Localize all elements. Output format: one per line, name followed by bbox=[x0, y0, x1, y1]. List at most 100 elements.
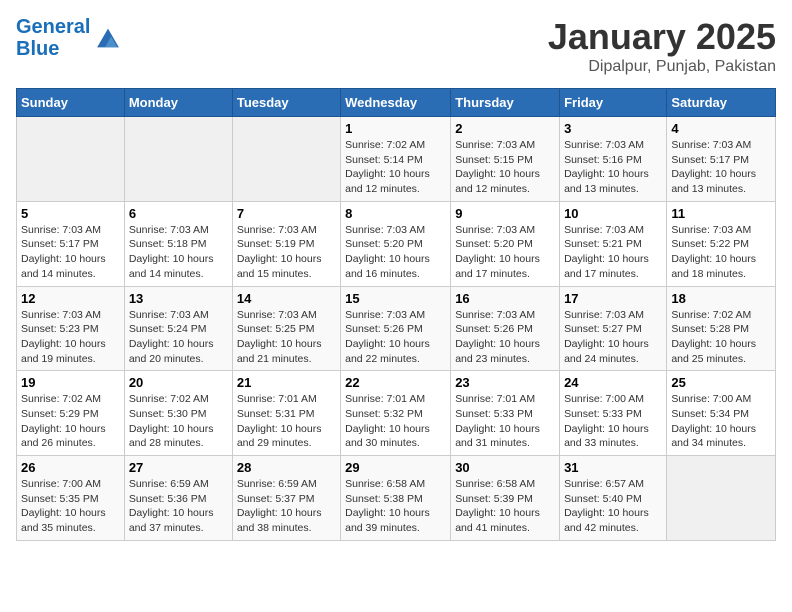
day-info: Sunrise: 6:58 AM Sunset: 5:39 PM Dayligh… bbox=[455, 477, 555, 536]
calendar-cell bbox=[232, 117, 340, 202]
day-info: Sunrise: 7:03 AM Sunset: 5:17 PM Dayligh… bbox=[671, 138, 771, 197]
calendar-cell: 1 Sunrise: 7:02 AM Sunset: 5:14 PM Daylig… bbox=[341, 117, 451, 202]
calendar-cell: 9Sunrise: 7:03 AM Sunset: 5:20 PM Daylig… bbox=[451, 201, 560, 286]
calendar-cell: 27 Sunrise: 6:59 AM Sunset: 5:36 PM Dayli… bbox=[124, 456, 232, 541]
calendar-cell: 15 Sunrise: 7:03 AM Sunset: 5:26 PM Dayli… bbox=[341, 286, 451, 371]
day-number: 7 bbox=[237, 206, 336, 221]
calendar-cell: 29 Sunrise: 6:58 AM Sunset: 5:38 PM Dayli… bbox=[341, 456, 451, 541]
title-block: January 2025 Dipalpur, Punjab, Pakistan bbox=[548, 16, 776, 76]
day-info: Sunrise: 7:00 AM Sunset: 5:34 PM Dayligh… bbox=[671, 392, 771, 451]
weekday-header: Tuesday bbox=[232, 89, 340, 117]
logo-blue: Blue bbox=[16, 38, 59, 60]
day-info: Sunrise: 7:03 AM Sunset: 5:27 PM Dayligh… bbox=[564, 308, 662, 367]
page-header: General Blue January 2025 Dipalpur, Punj… bbox=[16, 16, 776, 76]
day-info: Sunrise: 7:03 AM Sunset: 5:20 PM Dayligh… bbox=[455, 223, 555, 282]
day-number: 5 bbox=[21, 206, 120, 221]
day-info: Sunrise: 7:03 AM Sunset: 5:17 PM Dayligh… bbox=[21, 223, 120, 282]
calendar-table: SundayMondayTuesdayWednesdayThursdayFrid… bbox=[16, 88, 776, 541]
day-info: Sunrise: 7:02 AM Sunset: 5:28 PM Dayligh… bbox=[671, 308, 771, 367]
day-number: 16 bbox=[455, 291, 555, 306]
day-number: 26 bbox=[21, 460, 120, 475]
day-number: 17 bbox=[564, 291, 662, 306]
day-info: Sunrise: 7:02 AM Sunset: 5:14 PM Dayligh… bbox=[345, 138, 446, 197]
calendar-week-row: 19 Sunrise: 7:02 AM Sunset: 5:29 PM Dayli… bbox=[17, 371, 776, 456]
day-number: 14 bbox=[237, 291, 336, 306]
calendar-cell: 24Sunrise: 7:00 AM Sunset: 5:33 PM Dayli… bbox=[560, 371, 667, 456]
day-number: 11 bbox=[671, 206, 771, 221]
calendar-cell: 17 Sunrise: 7:03 AM Sunset: 5:27 PM Dayli… bbox=[560, 286, 667, 371]
logo-icon bbox=[94, 24, 122, 52]
day-info: Sunrise: 7:03 AM Sunset: 5:22 PM Dayligh… bbox=[671, 223, 771, 282]
weekday-header: Friday bbox=[560, 89, 667, 117]
weekday-header: Thursday bbox=[451, 89, 560, 117]
day-number: 29 bbox=[345, 460, 446, 475]
calendar-cell: 11 Sunrise: 7:03 AM Sunset: 5:22 PM Dayli… bbox=[667, 201, 776, 286]
day-number: 18 bbox=[671, 291, 771, 306]
day-info: Sunrise: 7:01 AM Sunset: 5:32 PM Dayligh… bbox=[345, 392, 446, 451]
day-number: 10 bbox=[564, 206, 662, 221]
calendar-cell: 12Sunrise: 7:03 AM Sunset: 5:23 PM Dayli… bbox=[17, 286, 125, 371]
day-number: 28 bbox=[237, 460, 336, 475]
day-number: 1 bbox=[345, 121, 446, 136]
calendar-cell bbox=[667, 456, 776, 541]
day-number: 30 bbox=[455, 460, 555, 475]
day-info: Sunrise: 6:59 AM Sunset: 5:36 PM Dayligh… bbox=[129, 477, 228, 536]
day-info: Sunrise: 7:00 AM Sunset: 5:33 PM Dayligh… bbox=[564, 392, 662, 451]
day-number: 22 bbox=[345, 375, 446, 390]
calendar-cell: 2Sunrise: 7:03 AM Sunset: 5:15 PM Daylig… bbox=[451, 117, 560, 202]
calendar-week-row: 26 Sunrise: 7:00 AM Sunset: 5:35 PM Dayli… bbox=[17, 456, 776, 541]
logo: General Blue bbox=[16, 16, 122, 60]
day-number: 15 bbox=[345, 291, 446, 306]
logo-general: General bbox=[16, 16, 90, 38]
calendar-cell bbox=[124, 117, 232, 202]
calendar-cell: 26 Sunrise: 7:00 AM Sunset: 5:35 PM Dayli… bbox=[17, 456, 125, 541]
weekday-header: Saturday bbox=[667, 89, 776, 117]
calendar-cell: 22 Sunrise: 7:01 AM Sunset: 5:32 PM Dayli… bbox=[341, 371, 451, 456]
calendar-cell: 4Sunrise: 7:03 AM Sunset: 5:17 PM Daylig… bbox=[667, 117, 776, 202]
calendar-cell: 28 Sunrise: 6:59 AM Sunset: 5:37 PM Dayli… bbox=[232, 456, 340, 541]
day-info: Sunrise: 7:03 AM Sunset: 5:20 PM Dayligh… bbox=[345, 223, 446, 282]
day-number: 27 bbox=[129, 460, 228, 475]
day-number: 6 bbox=[129, 206, 228, 221]
calendar-cell: 16Sunrise: 7:03 AM Sunset: 5:26 PM Dayli… bbox=[451, 286, 560, 371]
weekday-header: Monday bbox=[124, 89, 232, 117]
day-number: 8 bbox=[345, 206, 446, 221]
calendar-week-row: 1 Sunrise: 7:02 AM Sunset: 5:14 PM Daylig… bbox=[17, 117, 776, 202]
day-info: Sunrise: 7:02 AM Sunset: 5:30 PM Dayligh… bbox=[129, 392, 228, 451]
calendar-title: January 2025 bbox=[548, 16, 776, 58]
calendar-cell: 14 Sunrise: 7:03 AM Sunset: 5:25 PM Dayli… bbox=[232, 286, 340, 371]
calendar-cell: 13 Sunrise: 7:03 AM Sunset: 5:24 PM Dayli… bbox=[124, 286, 232, 371]
day-number: 13 bbox=[129, 291, 228, 306]
day-info: Sunrise: 7:03 AM Sunset: 5:21 PM Dayligh… bbox=[564, 223, 662, 282]
calendar-week-row: 5 Sunrise: 7:03 AM Sunset: 5:17 PM Daylig… bbox=[17, 201, 776, 286]
weekday-header: Sunday bbox=[17, 89, 125, 117]
calendar-cell: 10 Sunrise: 7:03 AM Sunset: 5:21 PM Dayli… bbox=[560, 201, 667, 286]
logo-text: General Blue bbox=[16, 16, 90, 60]
calendar-cell: 20 Sunrise: 7:02 AM Sunset: 5:30 PM Dayli… bbox=[124, 371, 232, 456]
calendar-cell: 31Sunrise: 6:57 AM Sunset: 5:40 PM Dayli… bbox=[560, 456, 667, 541]
day-number: 19 bbox=[21, 375, 120, 390]
day-info: Sunrise: 6:58 AM Sunset: 5:38 PM Dayligh… bbox=[345, 477, 446, 536]
day-number: 20 bbox=[129, 375, 228, 390]
calendar-cell: 25 Sunrise: 7:00 AM Sunset: 5:34 PM Dayli… bbox=[667, 371, 776, 456]
day-info: Sunrise: 7:03 AM Sunset: 5:25 PM Dayligh… bbox=[237, 308, 336, 367]
day-info: Sunrise: 6:59 AM Sunset: 5:37 PM Dayligh… bbox=[237, 477, 336, 536]
calendar-cell: 30 Sunrise: 6:58 AM Sunset: 5:39 PM Dayli… bbox=[451, 456, 560, 541]
day-info: Sunrise: 7:01 AM Sunset: 5:33 PM Dayligh… bbox=[455, 392, 555, 451]
weekday-header: Wednesday bbox=[341, 89, 451, 117]
day-number: 31 bbox=[564, 460, 662, 475]
day-info: Sunrise: 7:03 AM Sunset: 5:18 PM Dayligh… bbox=[129, 223, 228, 282]
calendar-cell: 18 Sunrise: 7:02 AM Sunset: 5:28 PM Dayli… bbox=[667, 286, 776, 371]
calendar-cell: 8 Sunrise: 7:03 AM Sunset: 5:20 PM Daylig… bbox=[341, 201, 451, 286]
day-number: 23 bbox=[455, 375, 555, 390]
day-number: 3 bbox=[564, 121, 662, 136]
day-info: Sunrise: 7:03 AM Sunset: 5:24 PM Dayligh… bbox=[129, 308, 228, 367]
day-number: 25 bbox=[671, 375, 771, 390]
calendar-cell: 7Sunrise: 7:03 AM Sunset: 5:19 PM Daylig… bbox=[232, 201, 340, 286]
day-info: Sunrise: 7:02 AM Sunset: 5:29 PM Dayligh… bbox=[21, 392, 120, 451]
calendar-cell: 5 Sunrise: 7:03 AM Sunset: 5:17 PM Daylig… bbox=[17, 201, 125, 286]
day-info: Sunrise: 7:00 AM Sunset: 5:35 PM Dayligh… bbox=[21, 477, 120, 536]
calendar-cell: 6 Sunrise: 7:03 AM Sunset: 5:18 PM Daylig… bbox=[124, 201, 232, 286]
day-info: Sunrise: 7:03 AM Sunset: 5:26 PM Dayligh… bbox=[345, 308, 446, 367]
day-number: 2 bbox=[455, 121, 555, 136]
